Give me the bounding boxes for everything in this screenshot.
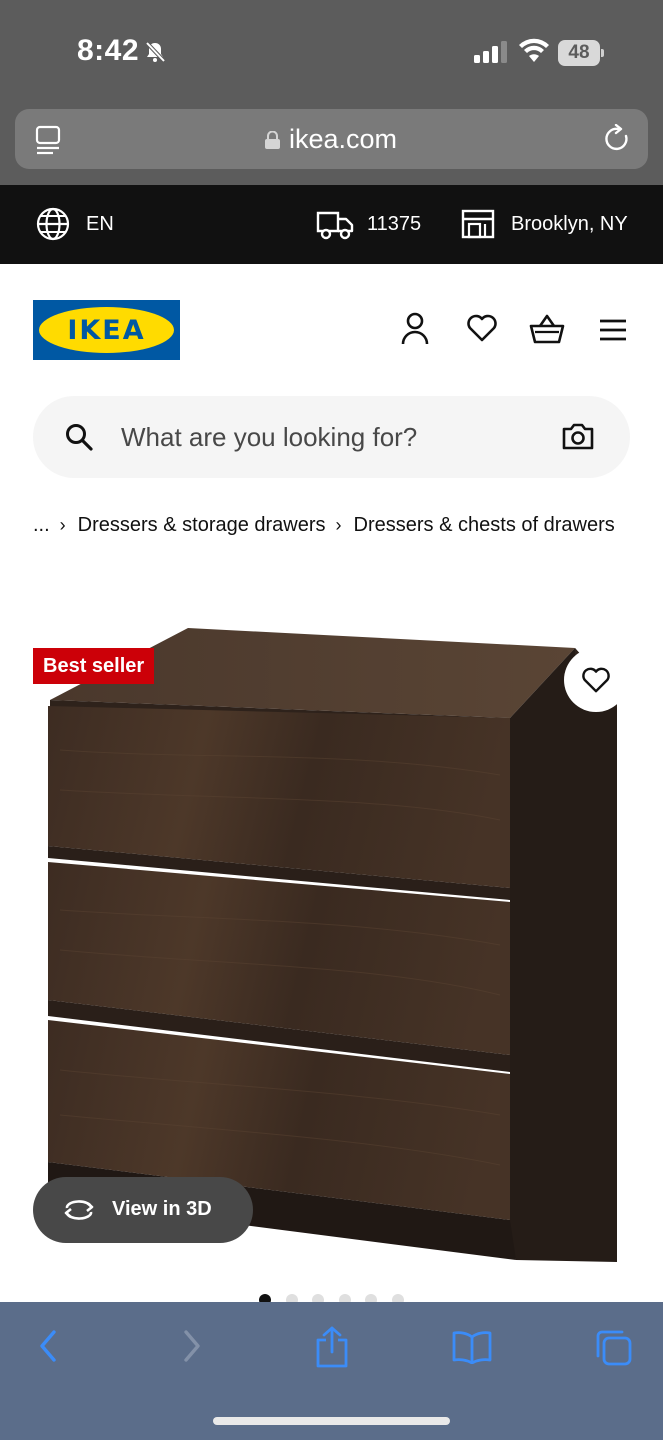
store-selector[interactable]: Brooklyn, NY (511, 213, 628, 236)
status-time: 8:42 (77, 34, 140, 67)
bookmarks-icon[interactable] (451, 1330, 493, 1364)
view-in-3d-button[interactable]: View in 3D (33, 1177, 253, 1243)
account-icon[interactable] (400, 312, 430, 346)
logo-text: IKEA (67, 315, 146, 346)
reload-icon[interactable] (604, 124, 632, 154)
bell-muted-icon (145, 41, 166, 63)
status-bar: 8:42 48 (0, 0, 663, 105)
delivery-zip[interactable]: 11375 (367, 213, 421, 236)
signal-icon (474, 41, 507, 63)
chevron-right-icon: › (335, 515, 342, 535)
chevron-right-icon: › (59, 515, 66, 535)
browser-url-area: ikea.com (0, 105, 663, 185)
ikea-logo[interactable]: IKEA (33, 300, 180, 360)
favorite-button[interactable] (564, 648, 628, 712)
tabs-icon[interactable] (594, 1328, 634, 1368)
lock-icon (265, 131, 280, 149)
home-indicator (213, 1417, 450, 1425)
product-image-carousel[interactable]: Best seller View in 3D (0, 600, 663, 1300)
share-icon[interactable] (314, 1326, 350, 1368)
menu-icon[interactable] (599, 318, 627, 342)
store-icon[interactable] (461, 209, 495, 239)
heart-icon[interactable] (466, 312, 498, 344)
top-strip: EN 11375 Brooklyn, NY (0, 185, 663, 264)
view-in-3d-label: View in 3D (112, 1198, 212, 1220)
breadcrumb: ... › Dressers & storage drawers › Dressers … (33, 508, 623, 542)
breadcrumb-ellipsis[interactable]: ... (33, 514, 50, 536)
forward-icon[interactable] (180, 1326, 204, 1366)
search-input[interactable] (121, 416, 541, 458)
wifi-icon (519, 38, 549, 62)
reader-icon[interactable] (35, 125, 63, 155)
battery-level: 48 (558, 40, 600, 66)
truck-icon[interactable] (316, 210, 354, 240)
globe-icon[interactable] (36, 207, 70, 241)
breadcrumb-item-dressers-storage[interactable]: Dressers & storage drawers (78, 514, 326, 536)
language-selector[interactable]: EN (86, 213, 114, 236)
browser-toolbar (0, 1302, 663, 1440)
heart-icon (582, 667, 610, 693)
rotate-3d-icon (64, 1200, 94, 1220)
breadcrumb-item-dressers-chests[interactable]: Dressers & chests of drawers (354, 514, 615, 536)
search-icon[interactable] (65, 423, 93, 451)
url-text: ikea.com (289, 124, 398, 154)
battery-icon: 48 (558, 40, 604, 66)
camera-icon[interactable] (562, 422, 594, 450)
basket-icon[interactable] (529, 312, 565, 346)
back-icon[interactable] (36, 1326, 60, 1366)
address-bar[interactable]: ikea.com (15, 109, 648, 169)
best-seller-badge: Best seller (33, 648, 155, 684)
search-bar (33, 396, 630, 478)
